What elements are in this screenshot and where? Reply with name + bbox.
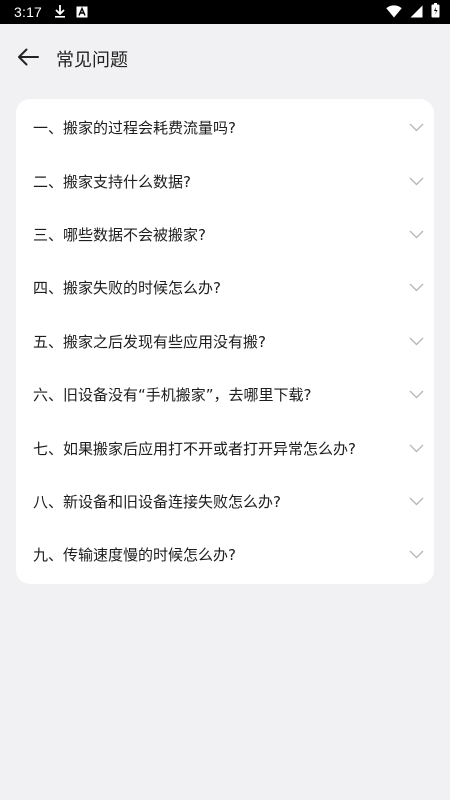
faq-list: 一、搬家的过程会耗费流量吗? 二、搬家支持什么数据? 三、哪些数据不会被搬家? … [16,99,434,584]
status-left-icons [54,3,88,22]
chevron-down-icon [408,333,424,349]
chevron-down-icon [408,387,424,403]
faq-item[interactable]: 五、搬家之后发现有些应用没有搬? [16,315,434,368]
chevron-down-icon [408,173,424,189]
faq-item-label: 六、旧设备没有“手机搬家”，去哪里下载? [33,386,312,405]
faq-item-label: 四、搬家失败的时候怎么办? [33,279,221,298]
back-button[interactable] [0,24,56,94]
download-icon [54,3,66,22]
faq-item-label: 五、搬家之后发现有些应用没有搬? [33,332,266,351]
chevron-down-icon [408,440,424,456]
chevron-down-icon [408,547,424,563]
faq-item[interactable]: 一、搬家的过程会耗费流量吗? [16,101,434,154]
faq-item[interactable]: 八、新设备和旧设备连接失败怎么办? [16,475,434,528]
chevron-down-icon [408,493,424,509]
faq-item[interactable]: 三、哪些数据不会被搬家? [16,208,434,261]
faq-item[interactable]: 九、传输速度慢的时候怎么办? [16,528,434,581]
arrow-left-icon [17,48,39,70]
battery-icon [431,2,440,22]
status-bar: 3:17 [0,0,450,24]
faq-item-label: 一、搬家的过程会耗费流量吗? [33,119,236,138]
faq-item-label: 八、新设备和旧设备连接失败怎么办? [33,492,281,511]
chevron-down-icon [408,226,424,242]
status-time: 3:17 [14,4,43,20]
faq-item[interactable]: 七、如果搬家后应用打不开或者打开异常怎么办? [16,421,434,474]
chevron-down-icon [408,120,424,136]
faq-item[interactable]: 二、搬家支持什么数据? [16,154,434,207]
faq-item-label: 七、如果搬家后应用打不开或者打开异常怎么办? [33,439,356,458]
signal-icon [410,3,423,22]
chevron-down-icon [408,280,424,296]
wifi-icon [386,3,402,22]
app-header: 常见问题 [0,24,450,94]
faq-item-label: 二、搬家支持什么数据? [33,172,191,191]
page-title: 常见问题 [56,50,128,71]
faq-item-label: 九、传输速度慢的时候怎么办? [33,546,236,565]
faq-item[interactable]: 六、旧设备没有“手机搬家”，去哪里下载? [16,368,434,421]
faq-item-label: 三、哪些数据不会被搬家? [33,225,206,244]
a-box-icon [76,3,88,22]
status-right-icons [386,2,440,22]
faq-item[interactable]: 四、搬家失败的时候怎么办? [16,261,434,314]
